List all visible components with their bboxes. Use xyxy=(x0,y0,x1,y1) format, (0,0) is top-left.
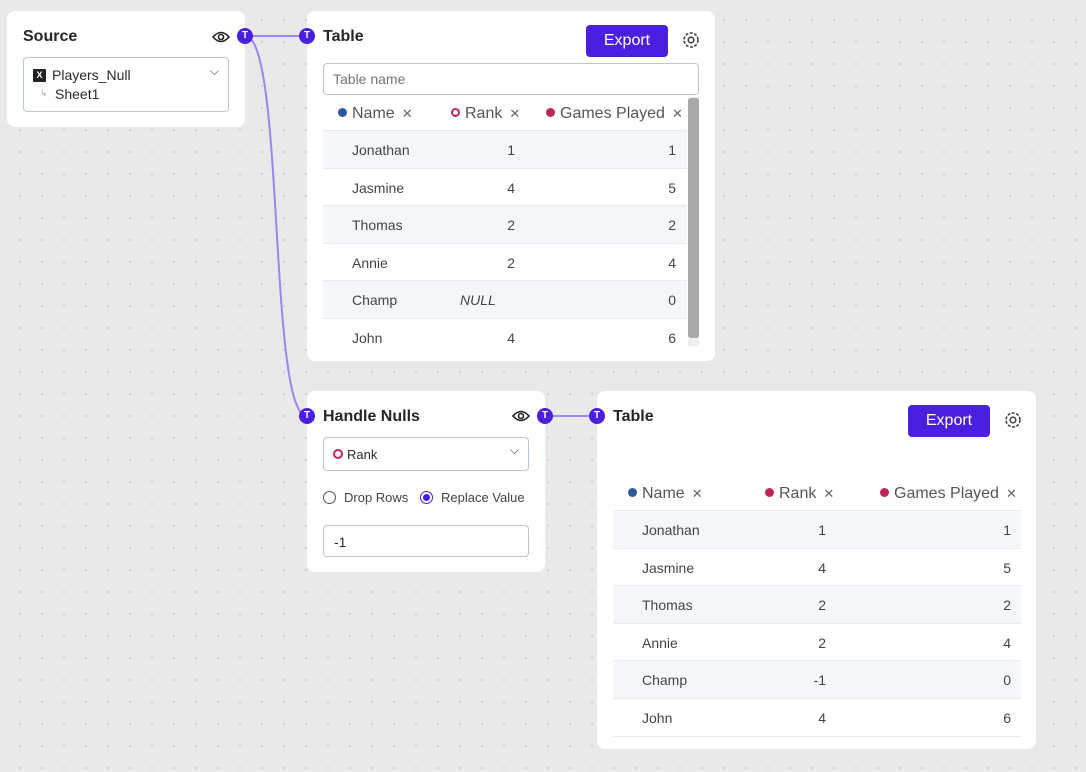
source-output-port[interactable]: T xyxy=(237,28,253,44)
handle-nulls-input-port[interactable]: T xyxy=(299,408,315,424)
table-input-port[interactable]: T xyxy=(299,28,315,44)
table-input-port[interactable]: T xyxy=(589,408,605,424)
handle-nulls-output-port[interactable]: T xyxy=(537,408,553,424)
connector-lines xyxy=(244,35,597,417)
